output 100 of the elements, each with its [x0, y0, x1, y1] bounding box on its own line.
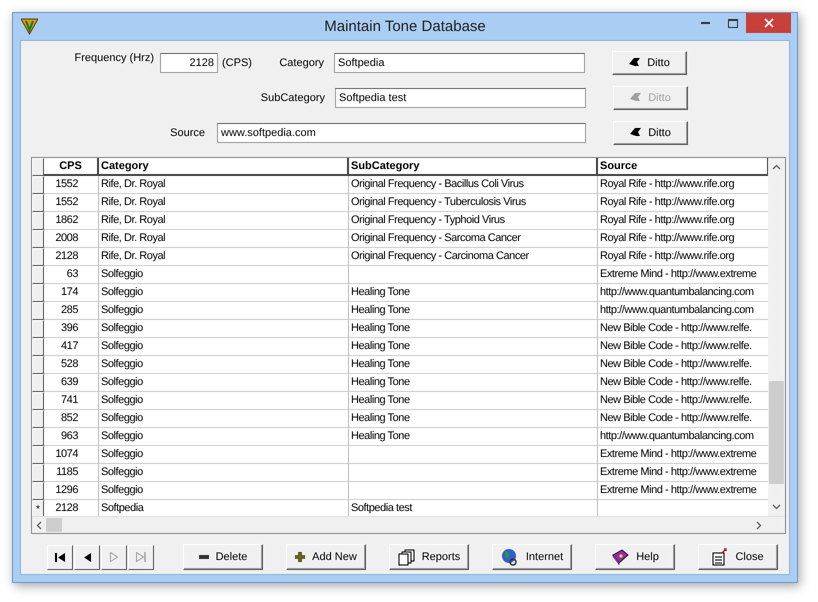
row-selector[interactable]	[32, 302, 44, 320]
next-record-icon	[110, 552, 118, 562]
documents-icon	[398, 548, 415, 566]
horizontal-scrollbar[interactable]	[32, 516, 785, 533]
scrollbar-thumb[interactable]	[46, 518, 62, 532]
field-label: Category	[278, 57, 324, 69]
record-nav-button[interactable]	[74, 544, 100, 570]
table-cell: Solfeggio	[99, 446, 349, 464]
table-cell: 1862	[44, 212, 99, 230]
field-label: SubCategory	[260, 92, 325, 104]
table-cell: Solfeggio	[99, 464, 349, 482]
table-cell: Original Frequency - Sarcoma Cancer	[349, 230, 598, 248]
add-button[interactable]: Add New	[286, 544, 366, 570]
window-title: Maintain Tone Database	[323, 18, 487, 35]
table-cell: 174	[44, 284, 99, 302]
row-selector[interactable]	[32, 176, 44, 194]
row-selector[interactable]	[32, 428, 44, 446]
row-selector[interactable]	[32, 194, 44, 212]
scroll-left-icon	[35, 520, 44, 530]
row-selector[interactable]	[32, 374, 44, 392]
row-selector[interactable]	[32, 284, 44, 302]
table-cell: 528	[44, 356, 99, 374]
scroll-up-icon	[772, 163, 781, 172]
table-cell: Original Frequency - Bacillus Coli Virus	[349, 176, 598, 194]
plus-icon	[295, 552, 306, 562]
table-cell: Original Frequency - Typhoid Virus	[349, 212, 598, 230]
frequency-field[interactable]: 2128	[160, 53, 218, 73]
table-cell: 639	[44, 374, 99, 392]
table-cell: 963	[44, 428, 99, 446]
table-cell: 741	[44, 392, 99, 410]
globe-icon	[500, 548, 519, 566]
text-field[interactable]: Softpedia test	[335, 88, 586, 108]
text-field[interactable]: Softpedia	[334, 53, 585, 73]
table-cell: Rife, Dr. Royal	[99, 176, 349, 194]
row-selector[interactable]	[32, 338, 44, 356]
scrollbar-thumb[interactable]	[769, 381, 784, 484]
arrow-left-icon	[629, 58, 640, 68]
row-selector[interactable]	[32, 212, 44, 230]
table-cell: Solfeggio	[99, 356, 349, 374]
table-cell: Softpedia	[99, 500, 349, 516]
scroll-down-icon	[772, 502, 781, 511]
close-icon	[764, 18, 774, 28]
row-selector[interactable]	[32, 446, 44, 464]
reports-button[interactable]: Reports	[389, 544, 469, 570]
table-cell: Solfeggio	[99, 320, 349, 338]
close-button[interactable]: Close	[698, 544, 778, 570]
table-cell: Solfeggio	[99, 374, 349, 392]
internet-button[interactable]: Internet	[492, 544, 572, 570]
table-cell: 1296	[44, 482, 99, 500]
column-header[interactable]: SubCategory	[349, 158, 598, 176]
table-cell: 1552	[44, 176, 99, 194]
column-header[interactable]: CPS	[44, 158, 99, 176]
table-cell: Solfeggio	[99, 410, 349, 428]
ditto-button[interactable]: Ditto	[612, 51, 687, 75]
table-cell: 1074	[44, 446, 99, 464]
arrow-left-icon	[630, 128, 642, 138]
table-cell: Solfeggio	[99, 392, 349, 410]
row-selector[interactable]	[32, 392, 44, 410]
table-cell: Rife, Dr. Royal	[99, 230, 349, 248]
table-cell: 396	[44, 320, 99, 338]
scroll-right-icon	[754, 520, 763, 530]
table-cell: 417	[44, 338, 99, 356]
row-selector[interactable]	[32, 266, 44, 284]
app-logo-icon	[21, 18, 38, 35]
row-selector[interactable]	[32, 230, 44, 248]
row-selector[interactable]	[32, 248, 44, 266]
delete-button[interactable]: Delete	[183, 544, 263, 570]
table-cell: 1552	[44, 194, 99, 212]
table-cell: 2008	[44, 230, 99, 248]
field-label: Frequency (Hrz)	[74, 52, 154, 64]
table-cell: Rife, Dr. Royal	[99, 194, 349, 212]
record-nav-button[interactable]	[47, 544, 73, 570]
help-button[interactable]: Help	[595, 544, 675, 570]
table-cell: Original Frequency - Carcinoma Cancer	[349, 248, 598, 266]
text-field[interactable]: www.softpedia.com	[217, 123, 586, 143]
column-header[interactable]: Category	[99, 158, 349, 176]
table-cell: Solfeggio	[99, 302, 349, 320]
table-cell: 852	[44, 410, 99, 428]
table-cell: Solfeggio	[99, 428, 349, 446]
minimize-icon	[701, 22, 710, 24]
row-selector[interactable]: *	[32, 500, 44, 516]
row-selector[interactable]	[32, 320, 44, 338]
close-button[interactable]	[746, 13, 791, 33]
row-selector[interactable]	[32, 482, 44, 500]
table-cell: Healing Tone	[349, 428, 598, 446]
table-cell: Solfeggio	[99, 284, 349, 302]
table-cell: 2128	[44, 248, 99, 266]
table-cell: Original Frequency - Tuberculosis Virus	[349, 194, 598, 212]
field-label: Source	[169, 127, 205, 139]
row-selector[interactable]	[32, 410, 44, 428]
row-selector[interactable]	[32, 464, 44, 482]
book-icon	[611, 549, 630, 565]
table-cell: 1185	[44, 464, 99, 482]
maximize-icon	[728, 18, 738, 28]
ditto-button[interactable]: Ditto	[613, 121, 688, 145]
row-selector[interactable]	[32, 356, 44, 374]
column-header[interactable]: Source	[598, 158, 768, 176]
table-cell: Healing Tone	[349, 302, 598, 320]
minus-icon	[198, 555, 209, 559]
table-cell: Healing Tone	[349, 284, 598, 302]
